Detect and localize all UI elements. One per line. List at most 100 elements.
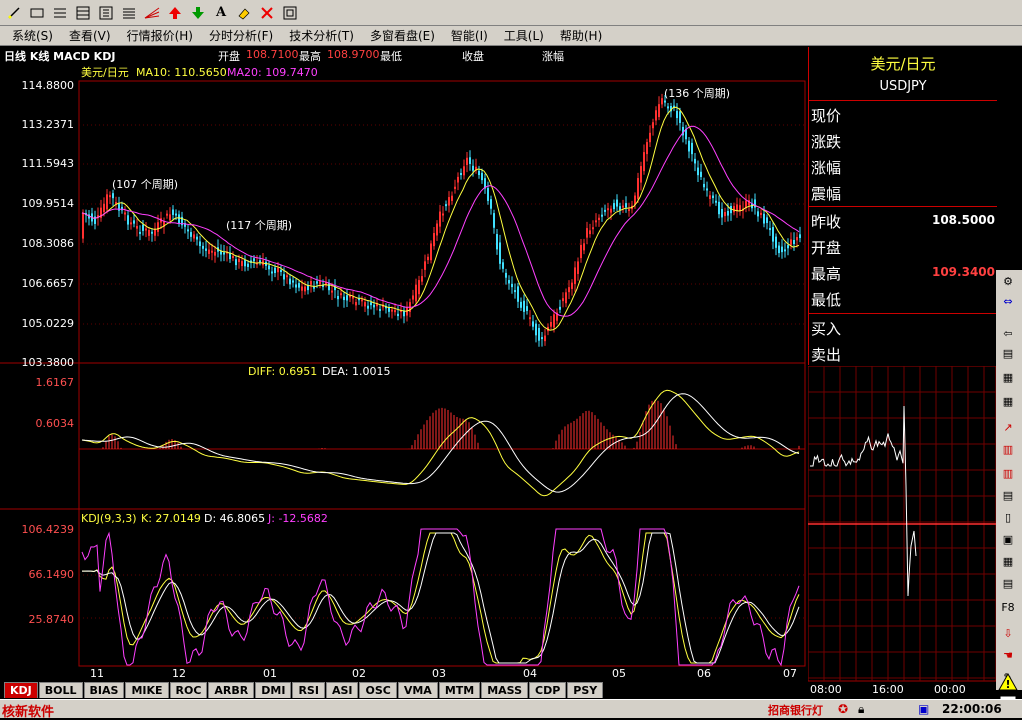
tab-rsi[interactable]: RSI bbox=[292, 682, 325, 698]
candle-body bbox=[781, 246, 783, 253]
candle-body bbox=[559, 306, 561, 310]
candle-body bbox=[538, 328, 540, 341]
kline-icon[interactable]: ▥ bbox=[999, 442, 1017, 458]
wrench-icon[interactable]: ⚙ bbox=[999, 274, 1017, 290]
menu-smart[interactable]: 智能(I) bbox=[451, 27, 488, 44]
status-bar: 核新软件 招商银行灯 ✪ 🔒︎ ▣ 22:00:06 bbox=[0, 699, 1022, 720]
candle-body bbox=[775, 236, 777, 248]
panel-icon[interactable]: ▣ bbox=[999, 532, 1017, 548]
hand-icon[interactable]: ☚ bbox=[999, 648, 1017, 664]
window-icon[interactable]: ▦ bbox=[999, 554, 1017, 570]
bars-icon[interactable] bbox=[96, 3, 116, 23]
delete-icon[interactable] bbox=[257, 3, 277, 23]
down-arrow-icon[interactable] bbox=[188, 3, 208, 23]
columns-icon[interactable]: ▯ bbox=[999, 510, 1017, 526]
tab-arbr[interactable]: ARBR bbox=[208, 682, 255, 698]
network-icon[interactable]: ✪ bbox=[838, 702, 848, 716]
month-tick: 01 bbox=[263, 667, 277, 680]
candle-body bbox=[196, 236, 198, 240]
tab-bias[interactable]: BIAS bbox=[83, 682, 125, 698]
up-arrow-icon[interactable] bbox=[165, 3, 185, 23]
candle-body bbox=[661, 98, 663, 105]
candle-body bbox=[688, 140, 690, 152]
sheet-icon[interactable]: ▤ bbox=[999, 488, 1017, 504]
warning-icon[interactable]: ! bbox=[998, 672, 1018, 692]
candle-body bbox=[373, 304, 375, 308]
tab-mtm[interactable]: MTM bbox=[438, 682, 481, 698]
macd-tick: 0.6034 bbox=[36, 417, 75, 430]
intraday-time: 16:00 bbox=[872, 683, 904, 696]
high-label: 最高 bbox=[299, 50, 321, 63]
lock-icon[interactable]: 🔒︎ bbox=[858, 702, 864, 717]
menu-multiwindow[interactable]: 多窗看盘(E) bbox=[370, 27, 435, 44]
quote-label: 昨收 bbox=[811, 213, 842, 231]
price-tick: 109.9514 bbox=[22, 197, 75, 210]
candle-body bbox=[799, 234, 801, 239]
candle-body bbox=[277, 267, 279, 273]
candle-body bbox=[202, 245, 204, 249]
tab-mike[interactable]: MIKE bbox=[125, 682, 169, 698]
intraday-chart[interactable] bbox=[808, 366, 996, 682]
candle-body bbox=[496, 234, 498, 250]
computer-icon[interactable]: ▣ bbox=[918, 702, 929, 716]
tab-vma[interactable]: VMA bbox=[397, 682, 438, 698]
grid-icon[interactable]: ▦ bbox=[999, 394, 1017, 410]
candle-body bbox=[235, 259, 237, 266]
candle-body bbox=[763, 213, 765, 224]
intraday-price-line bbox=[810, 405, 917, 597]
menu-help[interactable]: 帮助(H) bbox=[560, 27, 602, 44]
bar-chart-icon[interactable]: ▥ bbox=[999, 466, 1017, 482]
candle-body bbox=[208, 249, 210, 254]
candle-body bbox=[316, 281, 318, 284]
list-icon[interactable] bbox=[119, 3, 139, 23]
tab-cdp[interactable]: CDP bbox=[529, 682, 567, 698]
f8-icon[interactable]: F8 bbox=[999, 600, 1017, 616]
k-line bbox=[82, 532, 800, 664]
tab-dmi[interactable]: DMI bbox=[255, 682, 292, 698]
low-label: 最低 bbox=[380, 50, 402, 63]
table-icon[interactable] bbox=[73, 3, 93, 23]
table-icon[interactable]: ▦ bbox=[999, 370, 1017, 386]
candle-body bbox=[667, 106, 669, 109]
tab-boll[interactable]: BOLL bbox=[38, 682, 83, 698]
menu-quote[interactable]: 行情报价(H) bbox=[127, 27, 193, 44]
quote-label: 震幅 bbox=[811, 185, 842, 203]
candle-body bbox=[493, 213, 495, 228]
tab-asi[interactable]: ASI bbox=[325, 682, 359, 698]
menu-technical[interactable]: 技术分析(T) bbox=[289, 27, 354, 44]
candle-body bbox=[757, 211, 759, 217]
tab-kdj[interactable]: KDJ bbox=[4, 682, 38, 698]
pen-icon[interactable] bbox=[4, 3, 24, 23]
fan-icon[interactable] bbox=[142, 3, 162, 23]
candle-body bbox=[580, 244, 582, 259]
candle-body bbox=[592, 227, 594, 230]
chart-icon[interactable]: ▤ bbox=[999, 346, 1017, 362]
tab-mass[interactable]: MASS bbox=[481, 682, 529, 698]
tab-roc[interactable]: ROC bbox=[169, 682, 208, 698]
frame-icon[interactable] bbox=[280, 3, 300, 23]
candle-body bbox=[466, 157, 468, 166]
candle-body bbox=[550, 321, 552, 327]
tab-psy[interactable]: PSY bbox=[567, 682, 604, 698]
back-icon[interactable]: ⇦ bbox=[999, 326, 1017, 342]
candle-body bbox=[331, 290, 333, 293]
rect-icon[interactable] bbox=[27, 3, 47, 23]
kline-chart[interactable]: 114.8800 113.2371 111.5943 109.9514 108.… bbox=[0, 63, 808, 683]
candle-body bbox=[259, 260, 261, 263]
candle-body bbox=[241, 261, 243, 267]
quote-label: 卖出 bbox=[811, 346, 842, 364]
menu-view[interactable]: 查看(V) bbox=[69, 27, 111, 44]
menu-tools[interactable]: 工具(L) bbox=[504, 27, 544, 44]
quote-row-current: 现价 bbox=[811, 102, 995, 128]
menu-system[interactable]: 系统(S) bbox=[12, 27, 53, 44]
text-icon[interactable]: A bbox=[211, 3, 231, 23]
calc-icon[interactable]: ▤ bbox=[999, 576, 1017, 592]
eraser-icon[interactable] bbox=[234, 3, 254, 23]
expand-icon[interactable]: ⇔ bbox=[999, 294, 1017, 310]
tab-osc[interactable]: OSC bbox=[359, 682, 397, 698]
download-icon[interactable]: ⇩ bbox=[999, 626, 1017, 642]
candle-body bbox=[511, 283, 513, 288]
menu-intraday[interactable]: 分时分析(F) bbox=[209, 27, 273, 44]
menu-icon[interactable] bbox=[50, 3, 70, 23]
line-chart-icon[interactable]: ↗ bbox=[999, 420, 1017, 436]
